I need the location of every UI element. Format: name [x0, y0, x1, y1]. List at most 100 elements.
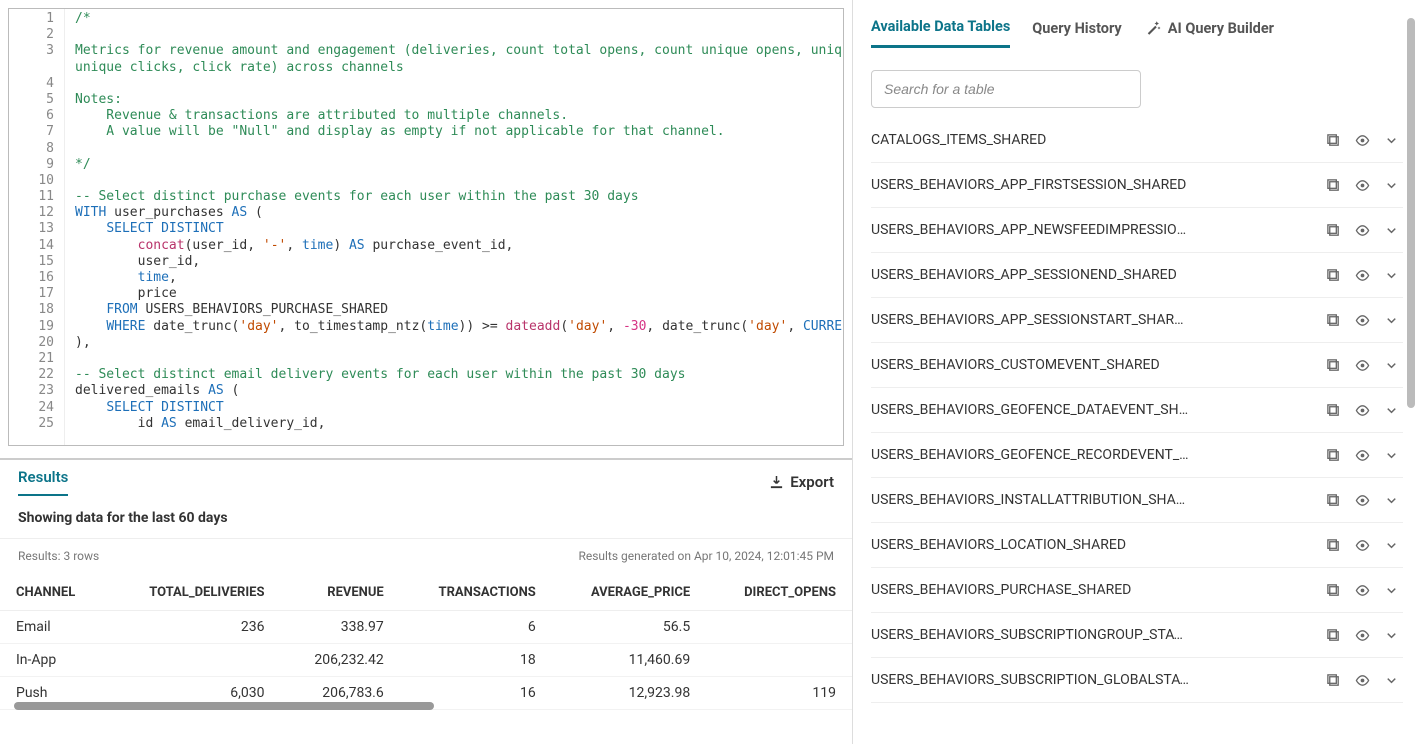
- chevron-down-icon[interactable]: [1384, 358, 1399, 373]
- chevron-down-icon[interactable]: [1384, 268, 1399, 283]
- table-actions: [1326, 628, 1399, 643]
- column-header[interactable]: DIRECT_OPENS: [706, 575, 852, 611]
- column-header[interactable]: TRANSACTIONS: [400, 575, 552, 611]
- eye-icon[interactable]: [1355, 403, 1370, 418]
- column-header[interactable]: TOTAL_DELIVERIES: [107, 575, 280, 611]
- copy-icon[interactable]: [1326, 583, 1341, 598]
- vertical-scrollbar[interactable]: [1407, 18, 1415, 408]
- code-line[interactable]: -- Select distinct email delivery events…: [75, 367, 843, 383]
- chevron-down-icon[interactable]: [1384, 403, 1399, 418]
- chevron-down-icon[interactable]: [1384, 313, 1399, 328]
- data-table-row[interactable]: USERS_BEHAVIORS_SUBSCRIPTION_GLOBALSTATE…: [871, 658, 1403, 703]
- line-number: 20: [9, 335, 54, 351]
- tab-query-history[interactable]: Query History: [1032, 20, 1121, 47]
- eye-icon[interactable]: [1355, 493, 1370, 508]
- data-table-row[interactable]: USERS_BEHAVIORS_APP_SESSIONSTART_SHARED: [871, 298, 1403, 343]
- code-line[interactable]: Metrics for revenue amount and engagemen…: [75, 43, 843, 59]
- chevron-down-icon[interactable]: [1384, 628, 1399, 643]
- code-line[interactable]: [75, 141, 843, 157]
- code-line[interactable]: ),: [75, 335, 843, 351]
- code-line[interactable]: delivered_emails AS (: [75, 383, 843, 399]
- eye-icon[interactable]: [1355, 223, 1370, 238]
- data-table-row[interactable]: USERS_BEHAVIORS_PURCHASE_SHARED: [871, 568, 1403, 613]
- data-table-row[interactable]: USERS_BEHAVIORS_APP_FIRSTSESSION_SHARED: [871, 163, 1403, 208]
- data-table-row[interactable]: USERS_BEHAVIORS_APP_NEWSFEEDIMPRESSION_.…: [871, 208, 1403, 253]
- search-input[interactable]: [871, 70, 1141, 108]
- column-header[interactable]: AVERAGE_PRICE: [552, 575, 706, 611]
- code-line[interactable]: id AS email_delivery_id,: [75, 416, 843, 432]
- eye-icon[interactable]: [1355, 313, 1370, 328]
- code-line[interactable]: A value will be "Null" and display as em…: [75, 124, 843, 140]
- code-line[interactable]: price: [75, 286, 843, 302]
- code-line[interactable]: [75, 351, 843, 367]
- results-tab[interactable]: Results: [18, 468, 68, 496]
- eye-icon[interactable]: [1355, 448, 1370, 463]
- eye-icon[interactable]: [1355, 628, 1370, 643]
- data-table-row[interactable]: USERS_BEHAVIORS_SUBSCRIPTIONGROUP_STATE.…: [871, 613, 1403, 658]
- eye-icon[interactable]: [1355, 133, 1370, 148]
- copy-icon[interactable]: [1326, 628, 1341, 643]
- copy-icon[interactable]: [1326, 223, 1341, 238]
- code-line[interactable]: WITH user_purchases AS (: [75, 205, 843, 221]
- code-line[interactable]: [75, 27, 843, 43]
- copy-icon[interactable]: [1326, 403, 1341, 418]
- code-line[interactable]: time,: [75, 270, 843, 286]
- eye-icon[interactable]: [1355, 538, 1370, 553]
- eye-icon[interactable]: [1355, 358, 1370, 373]
- line-number: [9, 60, 54, 76]
- data-table-name: USERS_BEHAVIORS_LOCATION_SHARED: [871, 537, 1126, 553]
- code-line[interactable]: [75, 173, 843, 189]
- copy-icon[interactable]: [1326, 313, 1341, 328]
- code-line[interactable]: SELECT DISTINCT: [75, 221, 843, 237]
- chevron-down-icon[interactable]: [1384, 673, 1399, 688]
- data-table-row[interactable]: USERS_BEHAVIORS_CUSTOMEVENT_SHARED: [871, 343, 1403, 388]
- data-table-row[interactable]: USERS_BEHAVIORS_GEOFENCE_RECORDEVENT_S..…: [871, 433, 1403, 478]
- data-table-row[interactable]: USERS_BEHAVIORS_APP_SESSIONEND_SHARED: [871, 253, 1403, 298]
- code-line[interactable]: unique clicks, click rate) across channe…: [75, 60, 843, 76]
- copy-icon[interactable]: [1326, 673, 1341, 688]
- sql-editor[interactable]: 1234567891011121314151617181920212223242…: [8, 8, 844, 446]
- data-table-row[interactable]: CATALOGS_ITEMS_SHARED: [871, 118, 1403, 163]
- column-header[interactable]: REVENUE: [280, 575, 399, 611]
- chevron-down-icon[interactable]: [1384, 493, 1399, 508]
- copy-icon[interactable]: [1326, 448, 1341, 463]
- code-body[interactable]: /* Metrics for revenue amount and engagem…: [65, 9, 843, 445]
- table-cell: 12,923.98: [552, 677, 706, 710]
- code-line[interactable]: SELECT DISTINCT: [75, 400, 843, 416]
- eye-icon[interactable]: [1355, 583, 1370, 598]
- code-line[interactable]: Revenue & transactions are attributed to…: [75, 108, 843, 124]
- chevron-down-icon[interactable]: [1384, 538, 1399, 553]
- code-line[interactable]: /*: [75, 11, 843, 27]
- horizontal-scrollbar[interactable]: [14, 702, 434, 710]
- chevron-down-icon[interactable]: [1384, 583, 1399, 598]
- copy-icon[interactable]: [1326, 268, 1341, 283]
- eye-icon[interactable]: [1355, 268, 1370, 283]
- chevron-down-icon[interactable]: [1384, 448, 1399, 463]
- export-button[interactable]: Export: [769, 473, 834, 491]
- copy-icon[interactable]: [1326, 178, 1341, 193]
- tab-available-tables[interactable]: Available Data Tables: [871, 18, 1010, 48]
- code-line[interactable]: */: [75, 157, 843, 173]
- copy-icon[interactable]: [1326, 358, 1341, 373]
- chevron-down-icon[interactable]: [1384, 223, 1399, 238]
- code-line[interactable]: [75, 76, 843, 92]
- code-line[interactable]: WHERE date_trunc('day', to_timestamp_ntz…: [75, 319, 843, 335]
- copy-icon[interactable]: [1326, 538, 1341, 553]
- code-line[interactable]: concat(user_id, '-', time) AS purchase_e…: [75, 238, 843, 254]
- chevron-down-icon[interactable]: [1384, 133, 1399, 148]
- copy-icon[interactable]: [1326, 493, 1341, 508]
- code-line[interactable]: FROM USERS_BEHAVIORS_PURCHASE_SHARED: [75, 302, 843, 318]
- data-table-row[interactable]: USERS_BEHAVIORS_INSTALLATTRIBUTION_SHARE…: [871, 478, 1403, 523]
- tab-ai-query-builder[interactable]: AI Query Builder: [1144, 19, 1274, 47]
- eye-icon[interactable]: [1355, 673, 1370, 688]
- copy-icon[interactable]: [1326, 133, 1341, 148]
- chevron-down-icon[interactable]: [1384, 178, 1399, 193]
- eye-icon[interactable]: [1355, 178, 1370, 193]
- code-line[interactable]: Notes:: [75, 92, 843, 108]
- data-table-row[interactable]: USERS_BEHAVIORS_GEOFENCE_DATAEVENT_SHAR.…: [871, 388, 1403, 433]
- column-header[interactable]: CHANNEL: [0, 575, 107, 611]
- code-line[interactable]: user_id,: [75, 254, 843, 270]
- data-table-row[interactable]: USERS_BEHAVIORS_LOCATION_SHARED: [871, 523, 1403, 568]
- table-list: CATALOGS_ITEMS_SHAREDUSERS_BEHAVIORS_APP…: [871, 118, 1403, 703]
- code-line[interactable]: -- Select distinct purchase events for e…: [75, 189, 843, 205]
